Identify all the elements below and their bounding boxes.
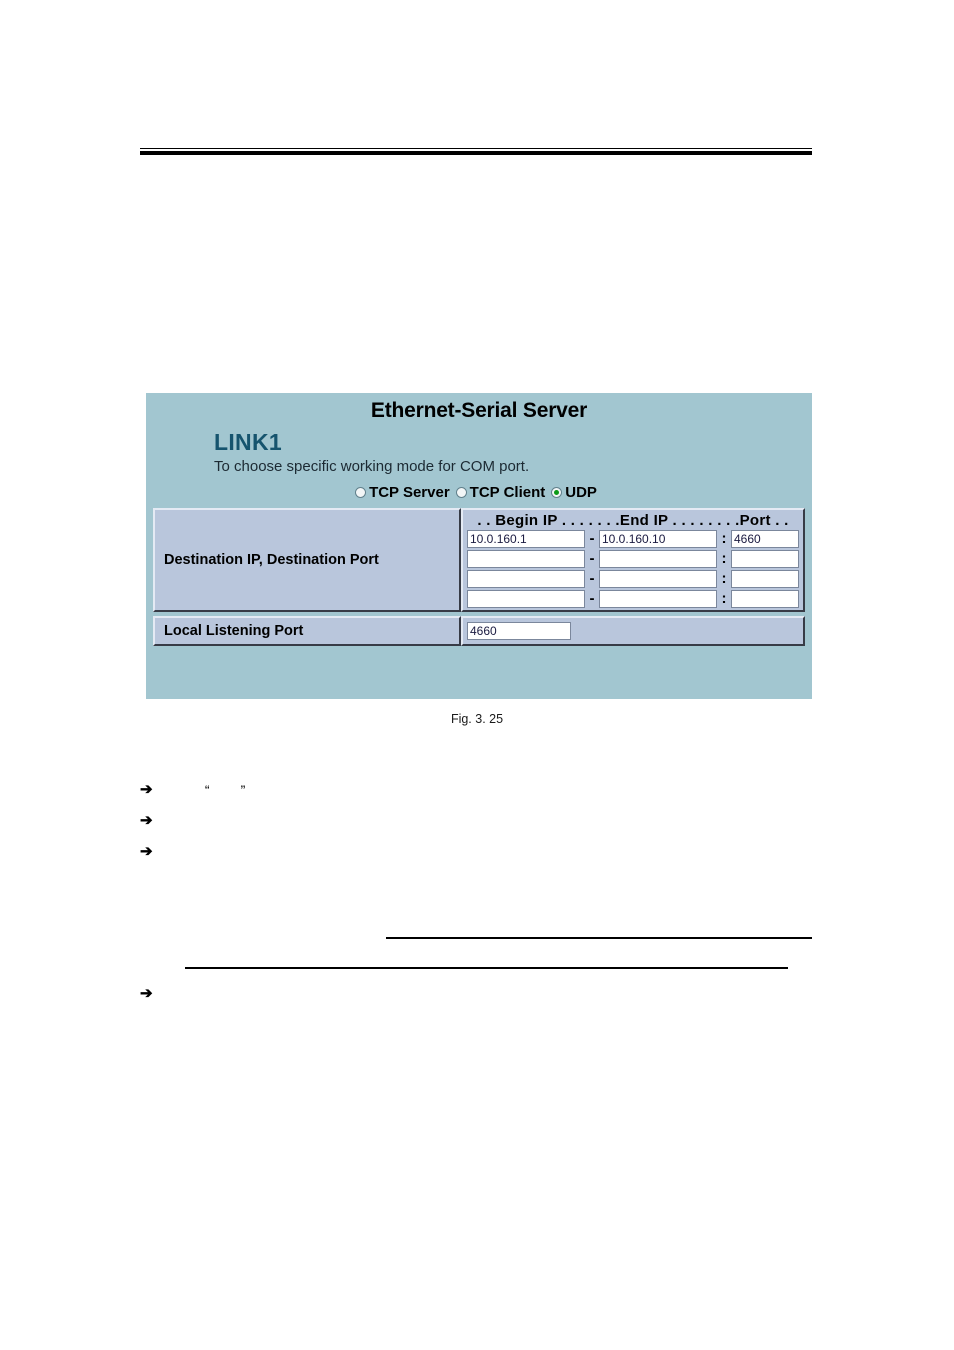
radio-option-tcp-server[interactable]: TCP Server [355,484,450,501]
port-input-4[interactable] [731,590,799,608]
column-header-begin-end-port: . . Begin IP . . . . . . .End IP . . . .… [477,512,789,529]
dash-separator-3: - [589,570,595,587]
colon-separator-4: : [721,590,727,607]
destination-row-4: - : [463,590,803,610]
figure-caption: Fig. 3. 25 [450,712,504,726]
table-row-destination: Destination IP, Destination Port . . Beg… [153,508,805,612]
radio-icon-udp[interactable] [551,487,563,498]
end-ip-input-4[interactable] [599,590,717,608]
list-item-text: “ ” [166,782,246,798]
list-item-bottom: ➔ [140,986,166,1002]
end-ip-input-2[interactable] [599,550,717,568]
radio-label-tcp-server: TCP Server [369,484,450,501]
radio-label-tcp-client: TCP Client [469,484,546,501]
radio-icon-tcp-server[interactable] [355,487,367,498]
dash-separator-1: - [589,530,595,547]
colon-separator-3: : [721,570,727,587]
table-row-local-listening-port: Local Listening Port 4660 [153,616,805,646]
arrow-bullet-icon: ➔ [140,781,153,798]
port-input-2[interactable] [731,550,799,568]
underline-rule-upper [386,937,812,939]
begin-ip-input-1[interactable]: 10.0.160.1 [467,530,585,548]
port-input-1[interactable]: 4660 [731,530,799,548]
local-listening-port-input[interactable]: 4660 [467,622,571,640]
page-title: Ethernet-Serial Server [370,399,588,422]
dash-separator-4: - [589,590,595,607]
panel-description: To choose specific working mode for COM … [214,458,530,475]
ethernet-serial-server-panel: Ethernet-Serial Server LINK1 To choose s… [146,393,812,699]
working-mode-radio-group: TCP Server TCP Client UDP [146,475,812,501]
radio-icon-tcp-client[interactable] [455,487,467,498]
port-input-3[interactable] [731,570,799,588]
destination-row-1: 10.0.160.1 - 10.0.160.10 : 4660 [463,530,803,550]
begin-ip-input-3[interactable] [467,570,585,588]
header-rule-thick [140,151,812,155]
arrow-bullet-icon: ➔ [140,812,153,829]
begin-ip-input-2[interactable] [467,550,585,568]
radio-option-tcp-client[interactable]: TCP Client [455,484,546,501]
label-local-listening-port: Local Listening Port [153,616,461,646]
list-item: ➔ [140,813,840,844]
underline-rule-lower [185,967,788,969]
colon-separator-1: : [721,530,727,547]
label-destination-ip-port: Destination IP, Destination Port [153,508,461,612]
end-ip-input-3[interactable] [599,570,717,588]
list-item: ➔ “ ” [140,782,840,813]
colon-separator-2: : [721,550,727,567]
destination-fields-cell: . . Begin IP . . . . . . .End IP . . . .… [461,508,805,612]
local-listening-port-cell: 4660 [461,616,805,646]
page-header-rule [140,148,812,155]
settings-table: Destination IP, Destination Port . . Beg… [153,508,805,646]
dash-separator-2: - [589,550,595,567]
link-heading: LINK1 [214,429,282,455]
begin-ip-input-4[interactable] [467,590,585,608]
list-item: ➔ [140,844,840,875]
arrow-bullet-icon: ➔ [140,843,153,860]
destination-row-3: - : [463,570,803,590]
radio-option-udp[interactable]: UDP [551,484,597,501]
destination-row-2: - : [463,550,803,570]
radio-label-udp: UDP [565,484,597,501]
bullet-list: ➔ “ ” ➔ ➔ [140,782,840,875]
end-ip-input-1[interactable]: 10.0.160.10 [599,530,717,548]
arrow-bullet-icon: ➔ [140,985,153,1002]
